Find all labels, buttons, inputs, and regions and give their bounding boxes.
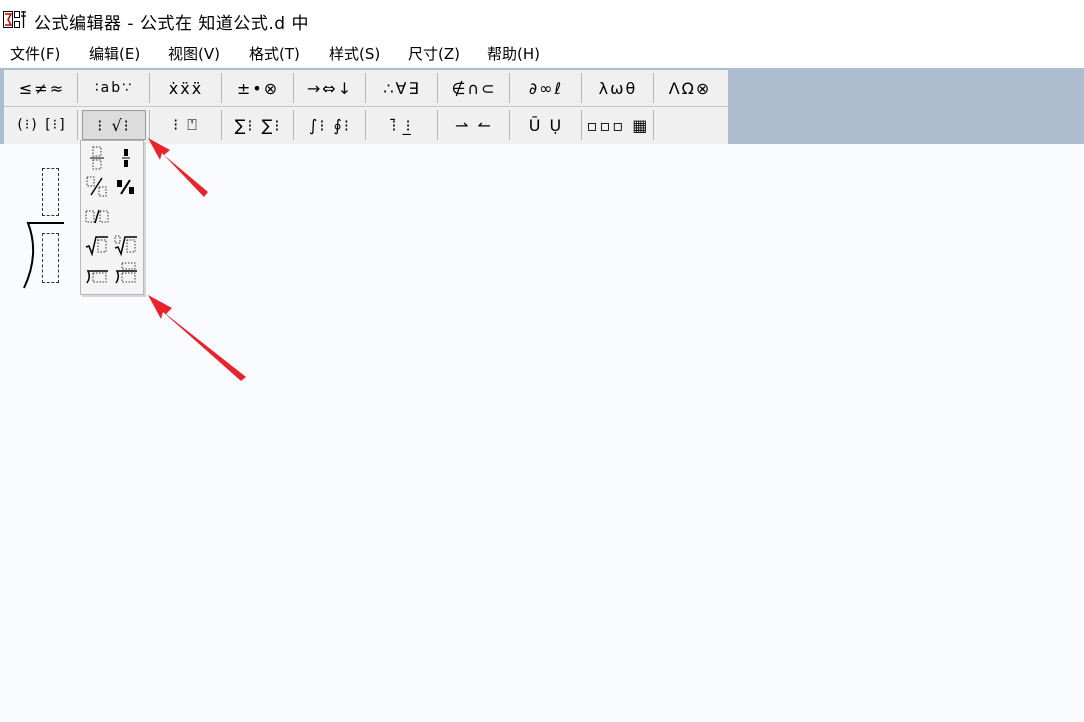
toolbar-divider: [77, 110, 78, 140]
equation-editor-icon: [3, 11, 26, 28]
template-palette-row: (⁝) [⁝] ⁝ √⁝ ⁝ ⍞ ∑⁝ ∑⁝ ∫⁝ ∮⁝ ⁝̄ ⁝̲ ⇀ ↼ Ū…: [4, 107, 728, 143]
summation-templates-icon: ∑⁝ ∑⁝: [234, 115, 282, 135]
equation-canvas[interactable]: [0, 144, 1084, 722]
products-set-theory-templates-button[interactable]: Ū Ụ: [514, 110, 578, 140]
toolbar-divider: [221, 73, 222, 103]
long-division-icon[interactable]: [84, 261, 110, 287]
matrix-templates-button[interactable]: ▫▫▫ ▦: [586, 110, 650, 140]
spaces-ellipses-icon: ∶ab∵: [94, 80, 134, 96]
small-fraction-icon[interactable]: [113, 145, 139, 171]
labeled-arrow-templates-button[interactable]: ⇀ ↼: [442, 110, 506, 140]
set-theory-symbols-icon: ∉∩⊂: [451, 78, 497, 98]
toolbar-divider: [581, 73, 582, 103]
misc-symbols-button[interactable]: ∂∞ℓ: [514, 73, 578, 103]
arrow-symbols-button[interactable]: →⇔↓: [298, 73, 362, 103]
arrow-symbols-icon: →⇔↓: [306, 78, 354, 98]
greek-lowercase-icon: λωθ: [598, 78, 638, 98]
menu-help[interactable]: 帮助(H): [487, 43, 540, 64]
labeled-arrow-templates-icon: ⇀ ↼: [455, 115, 493, 135]
toolbar-divider: [365, 73, 366, 103]
fence-templates-button[interactable]: (⁝) [⁝]: [10, 110, 74, 140]
toolbar-divider: [437, 110, 438, 140]
integral-templates-icon: ∫⁝ ∮⁝: [309, 115, 351, 135]
operator-symbols-icon: ±•⊗: [236, 78, 280, 98]
relational-symbols-button[interactable]: ≤≠≈: [10, 73, 74, 103]
toolbar-divider: [653, 110, 654, 140]
toolbar-divider: [293, 110, 294, 140]
symbol-palette-row: ≤≠≈ ∶ab∵ ẋẍẍ ±•⊗ →⇔↓ ∴∀∃ ∉∩⊂ ∂∞ℓ λωθ ΛΩ⊗: [4, 70, 728, 107]
embellishments-button[interactable]: ẋẍẍ: [154, 73, 218, 103]
underbar-overbar-templates-button[interactable]: ⁝̄ ⁝̲: [370, 110, 434, 140]
greek-uppercase-icon: ΛΩ⊗: [668, 78, 712, 98]
matrix-templates-icon: ▫▫▫ ▦: [586, 115, 650, 135]
toolbar-divider: [149, 110, 150, 140]
menu-format[interactable]: 格式(T): [249, 43, 300, 64]
fence-templates-icon: (⁝) [⁝]: [17, 117, 67, 133]
quotient-slot[interactable]: [42, 168, 59, 216]
toolbar-divider: [581, 110, 582, 140]
equation-toolbar: ≤≠≈ ∶ab∵ ẋẍẍ ±•⊗ →⇔↓ ∴∀∃ ∉∩⊂ ∂∞ℓ λωθ ΛΩ⊗…: [4, 70, 728, 144]
toolbar-divider: [509, 73, 510, 103]
greek-lowercase-button[interactable]: λωθ: [586, 73, 650, 103]
relational-symbols-icon: ≤≠≈: [18, 78, 66, 98]
operator-symbols-button[interactable]: ±•⊗: [226, 73, 290, 103]
baseline-slash-fraction-icon[interactable]: [84, 203, 110, 229]
subscript-superscript-templates-icon: ⁝ ⍞: [173, 115, 199, 134]
title-bar: 公式编辑器 - 公式在 知道公式.d 中: [0, 0, 1084, 38]
dividend-slot[interactable]: [42, 233, 59, 283]
summation-templates-button[interactable]: ∑⁝ ∑⁝: [226, 110, 290, 140]
toolbar-divider: [221, 110, 222, 140]
menu-bar: 文件(F) 编辑(E) 视图(V) 格式(T) 样式(S) 尺寸(Z) 帮助(H…: [0, 38, 1084, 66]
small-slash-fraction-icon[interactable]: [113, 174, 139, 200]
toolbar-divider: [149, 73, 150, 103]
menu-view[interactable]: 视图(V): [168, 43, 220, 64]
menu-file[interactable]: 文件(F): [10, 43, 60, 64]
misc-symbols-icon: ∂∞ℓ: [528, 78, 564, 98]
toolbar-divider: [653, 73, 654, 103]
menu-style[interactable]: 样式(S): [329, 43, 380, 64]
toolbar-divider: [293, 73, 294, 103]
menu-edit[interactable]: 编辑(E): [89, 43, 140, 64]
window-title: 公式编辑器 - 公式在 知道公式.d 中: [34, 14, 309, 34]
toolbar-divider: [437, 73, 438, 103]
spaces-ellipses-button[interactable]: ∶ab∵: [82, 73, 146, 103]
fraction-radical-templates-icon: ⁝ √⁝: [97, 115, 131, 135]
subscript-superscript-templates-button[interactable]: ⁝ ⍞: [154, 110, 218, 140]
set-theory-symbols-button[interactable]: ∉∩⊂: [442, 73, 506, 103]
full-size-fraction-icon[interactable]: [84, 145, 110, 171]
toolbar-divider: [509, 110, 510, 140]
nth-root-icon[interactable]: [113, 232, 139, 258]
greek-uppercase-button[interactable]: ΛΩ⊗: [658, 73, 722, 103]
products-set-theory-templates-icon: Ū Ụ: [528, 115, 564, 135]
square-root-icon[interactable]: [84, 232, 110, 258]
menu-size[interactable]: 尺寸(Z): [408, 43, 460, 64]
logical-symbols-icon: ∴∀∃: [383, 78, 421, 98]
integral-templates-button[interactable]: ∫⁝ ∮⁝: [298, 110, 362, 140]
fraction-radical-palette: [80, 140, 144, 295]
logical-symbols-button[interactable]: ∴∀∃: [370, 73, 434, 103]
embellishments-icon: ẋẍẍ: [168, 78, 204, 98]
long-division-with-quotient-icon[interactable]: [113, 261, 139, 287]
fraction-radical-templates-button[interactable]: ⁝ √⁝: [82, 110, 146, 140]
toolbar-divider: [77, 73, 78, 103]
underbar-overbar-templates-icon: ⁝̄ ⁝̲: [391, 115, 413, 135]
toolbar-divider: [365, 110, 366, 140]
slash-fraction-icon[interactable]: [84, 174, 110, 200]
